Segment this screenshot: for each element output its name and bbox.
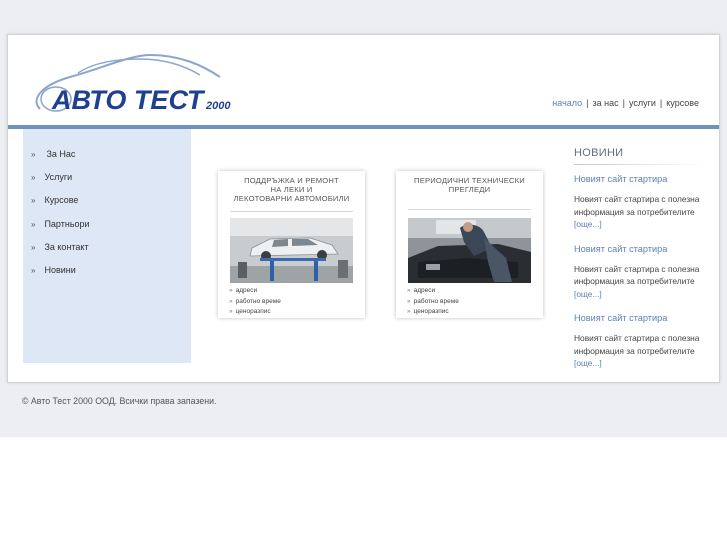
news-divider	[574, 164, 706, 165]
link-bullet: »	[229, 287, 233, 294]
sidebar-bullet: »	[31, 196, 36, 206]
sidebar-item-label: За Нас	[46, 149, 76, 159]
inspection-photo	[408, 218, 531, 283]
card-link-pricelist[interactable]: » ценоразпис	[407, 307, 459, 318]
site-logo[interactable]: АВТО ТЕСТ 2000	[30, 51, 235, 113]
link-bullet: »	[229, 308, 233, 315]
service-card-inspections[interactable]: ПЕРИОДИЧНИ ТЕХНИЧЕСКИ ПРЕГЛЕДИ » адреси »…	[396, 171, 543, 318]
topnav-separator: |	[622, 98, 625, 108]
news-title-link[interactable]: Новият сайт стартира	[574, 313, 714, 323]
topnav-about[interactable]: за нас	[592, 98, 618, 108]
footer-copyright: © Авто Тест 2000 ООД. Всички права запаз…	[22, 396, 217, 406]
card-link-addresses[interactable]: » адреси	[229, 286, 281, 297]
main-frame: АВТО ТЕСТ 2000 начало | за нас | услуги | курс…	[7, 34, 720, 383]
card-link-label: работно време	[413, 297, 459, 305]
link-bullet: »	[407, 287, 411, 294]
sidebar-bullet: »	[31, 173, 36, 183]
news-item: Новият сайт стартира Новият сайт стартир…	[574, 174, 714, 231]
link-bullet: »	[407, 297, 411, 305]
sidebar-menu: » За Нас » Услуги » Курсове » Партньори » За …	[23, 129, 191, 288]
news-body: Новият сайт стартира с полезна информаци…	[574, 333, 700, 356]
card-link-addresses[interactable]: » адреси	[407, 286, 459, 297]
car-lift-photo	[230, 218, 353, 283]
card-title: ПОДДРЪЖКА И РЕМОНТ НА ЛЕКИ И ЛЕКОТОВАРНИ…	[218, 176, 365, 203]
card-link-hours[interactable]: » работно време	[407, 297, 459, 308]
card-title-line: ПОДДРЪЖКА И РЕМОНТ	[244, 176, 339, 185]
news-title-link[interactable]: Новият сайт стартира	[574, 244, 714, 254]
topnav-courses[interactable]: курсове	[666, 98, 699, 108]
topnav-home[interactable]: начало	[552, 98, 582, 108]
news-column: НОВИНИ Новият сайт стартира Новият сайт …	[574, 147, 714, 370]
service-card-repair[interactable]: ПОДДРЪЖКА И РЕМОНТ НА ЛЕКИ И ЛЕКОТОВАРНИ…	[218, 171, 365, 318]
card-link-hours[interactable]: » работно време	[229, 297, 281, 308]
card-link-pricelist[interactable]: » ценоразпис	[229, 307, 281, 318]
sidebar-item-services[interactable]: » Услуги	[23, 172, 191, 195]
news-title-link[interactable]: Новият сайт стартира	[574, 174, 714, 184]
news-body: Новият сайт стартира с полезна информаци…	[574, 194, 700, 217]
sidebar-bullet: »	[31, 219, 36, 229]
card-link-label: ценоразпис	[413, 308, 449, 315]
card-link-label: работно време	[235, 297, 281, 305]
news-item: Новият сайт стартира Новият сайт стартир…	[574, 244, 714, 301]
sidebar-item-news[interactable]: » Новини	[23, 265, 191, 288]
card-title-line: ПЕРИОДИЧНИ ТЕХНИЧЕСКИ	[414, 176, 525, 185]
card-title-line: ПРЕГЛЕДИ	[448, 185, 491, 194]
sidebar-bullet: »	[31, 265, 36, 275]
link-bullet: »	[229, 297, 233, 305]
card-title: ПЕРИОДИЧНИ ТЕХНИЧЕСКИ ПРЕГЛЕДИ	[396, 176, 543, 194]
sidebar-bullet: »	[31, 150, 36, 159]
sidebar-item-about[interactable]: » За Нас	[23, 149, 191, 172]
link-bullet: »	[407, 308, 411, 315]
logo-year: 2000	[205, 100, 231, 112]
news-body: Новият сайт стартира с полезна информаци…	[574, 263, 700, 287]
sidebar-item-partners[interactable]: » Партньори	[23, 219, 191, 242]
news-more-link[interactable]: [още...]	[574, 218, 714, 231]
card-link-label: адреси	[413, 287, 436, 294]
top-navigation: начало | за нас | услуги | курсове	[552, 98, 699, 108]
sidebar: » За Нас » Услуги » Курсове » Партньори » За …	[23, 129, 191, 363]
card-link-label: ценоразпис	[235, 308, 271, 315]
card-links: » адреси » работно време » ценоразпис	[229, 286, 281, 318]
card-divider	[230, 211, 353, 212]
sidebar-item-label: Услуги	[44, 172, 73, 183]
card-links: » адреси » работно време » ценоразпис	[407, 286, 459, 318]
sidebar-bullet: »	[31, 242, 36, 252]
card-title-line: НА ЛЕКИ И	[270, 185, 313, 194]
topnav-services[interactable]: услуги	[629, 98, 656, 108]
topnav-separator: |	[659, 98, 663, 108]
sidebar-item-contact[interactable]: » За контакт	[23, 242, 191, 265]
card-link-label: адреси	[235, 287, 258, 294]
sidebar-item-courses[interactable]: » Курсове	[23, 195, 191, 218]
sidebar-item-label: Партньори	[44, 218, 90, 229]
news-heading: НОВИНИ	[574, 147, 624, 159]
news-item: Новият сайт стартира Новият сайт стартир…	[574, 313, 714, 370]
topnav-separator: |	[586, 98, 589, 108]
sidebar-item-label: Курсове	[44, 195, 79, 206]
card-divider	[408, 209, 531, 210]
sidebar-item-label: За контакт	[44, 241, 89, 252]
sidebar-item-label: Новини	[44, 264, 76, 275]
logo-text: АВТО ТЕСТ	[51, 85, 206, 113]
news-more-link[interactable]: [още...]	[574, 288, 714, 301]
card-title-line: ЛЕКОТОВАРНИ АВТОМОБИЛИ	[233, 194, 350, 203]
news-more-link[interactable]: [още...]	[574, 357, 714, 370]
